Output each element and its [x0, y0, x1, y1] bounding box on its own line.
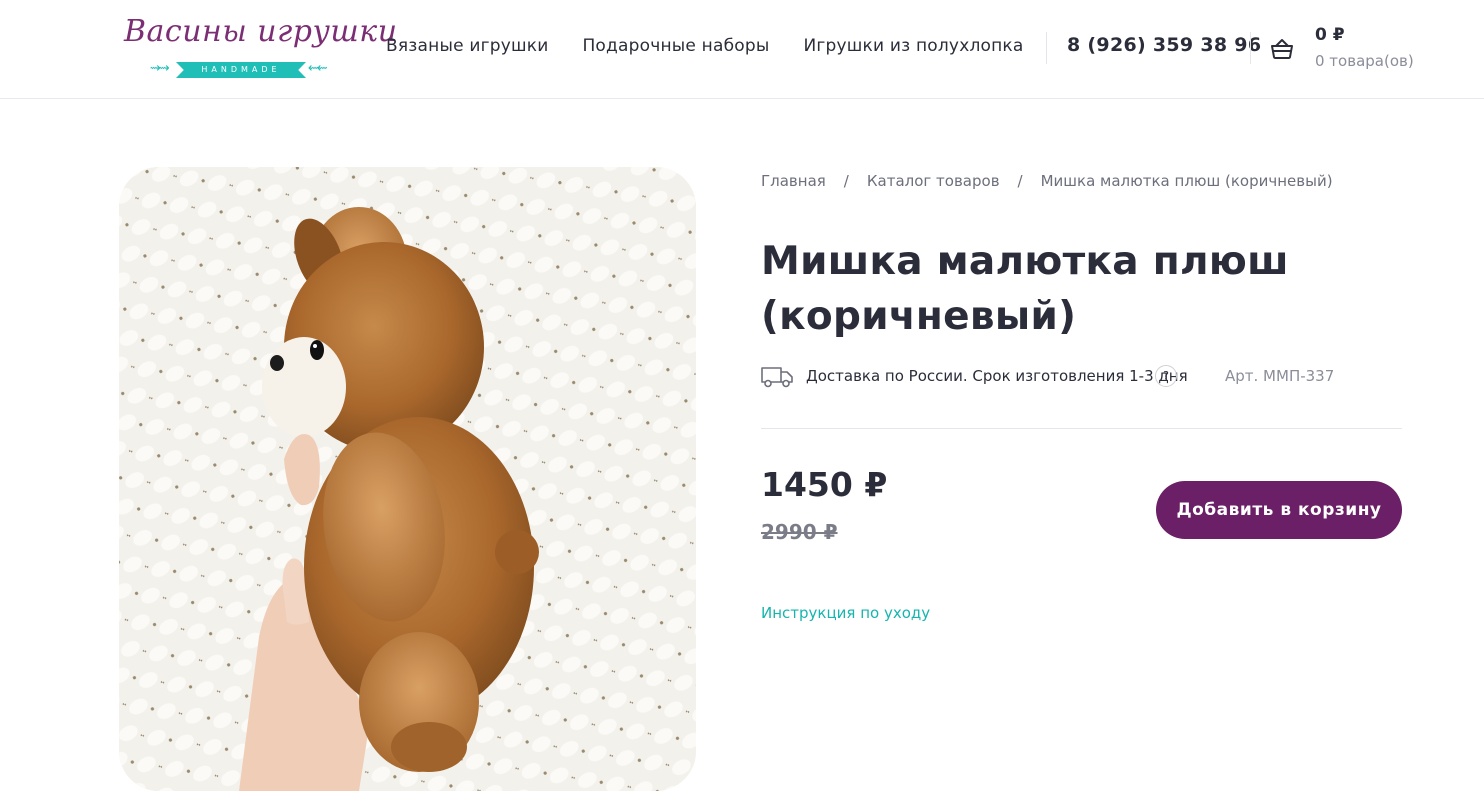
basket-icon[interactable]: [1270, 38, 1294, 60]
breadcrumb-separator: /: [843, 172, 849, 190]
site-header: Васины игрушки ⇝⇝ HANDMADE ⇜⇜ Вязаные иг…: [0, 0, 1484, 99]
product-photo: [119, 167, 696, 791]
divider: [761, 428, 1402, 429]
logo-ribbon-text: HANDMADE: [201, 65, 281, 74]
product-sku: Арт. ММП-337: [1225, 367, 1335, 385]
header-divider: [1046, 32, 1047, 64]
breadcrumb: Главная / Каталог товаров / Мишка малютк…: [761, 172, 1333, 190]
breadcrumb-catalog[interactable]: Каталог товаров: [867, 172, 1000, 190]
breadcrumb-separator: /: [1017, 172, 1023, 190]
phone-number[interactable]: 8 (926) 359 38 96: [1067, 34, 1261, 56]
care-instructions-link[interactable]: Инструкция по уходу: [761, 604, 930, 622]
logo[interactable]: Васины игрушки ⇝⇝ HANDMADE ⇜⇜: [120, 14, 397, 84]
logo-arrow-right-icon: ⇜⇜: [308, 61, 328, 76]
old-price: 2990 ₽: [761, 520, 838, 544]
add-to-cart-button[interactable]: Добавить в корзину: [1156, 481, 1402, 539]
help-icon[interactable]: ?: [1155, 365, 1177, 387]
truck-icon: [761, 367, 793, 388]
logo-arrow-left-icon: ⇝⇝: [150, 61, 170, 76]
product-title: Мишка малютка плюш (коричневый): [761, 239, 1289, 339]
header-divider: [1250, 32, 1251, 64]
breadcrumb-home[interactable]: Главная: [761, 172, 826, 190]
product-image[interactable]: [119, 167, 696, 791]
logo-ribbon: HANDMADE: [176, 62, 306, 78]
nav-item-gift-sets[interactable]: Подарочные наборы: [582, 36, 769, 56]
nav-item-semi-cotton-toys[interactable]: Игрушки из полухлопка: [803, 36, 1023, 56]
delivery-info: Доставка по России. Срок изготовления 1-…: [806, 367, 1188, 385]
main-nav: Вязаные игрушки Подарочные наборы Игрушк…: [386, 36, 1058, 56]
breadcrumb-current: Мишка малютка плюш (коричневый): [1040, 172, 1333, 190]
cart-total[interactable]: 0 ₽: [1315, 25, 1345, 45]
current-price: 1450 ₽: [761, 465, 888, 504]
nav-item-knitted-toys[interactable]: Вязаные игрушки: [386, 36, 548, 56]
logo-script-text: Васины игрушки: [124, 14, 398, 49]
cart-count[interactable]: 0 товара(ов): [1315, 52, 1414, 70]
